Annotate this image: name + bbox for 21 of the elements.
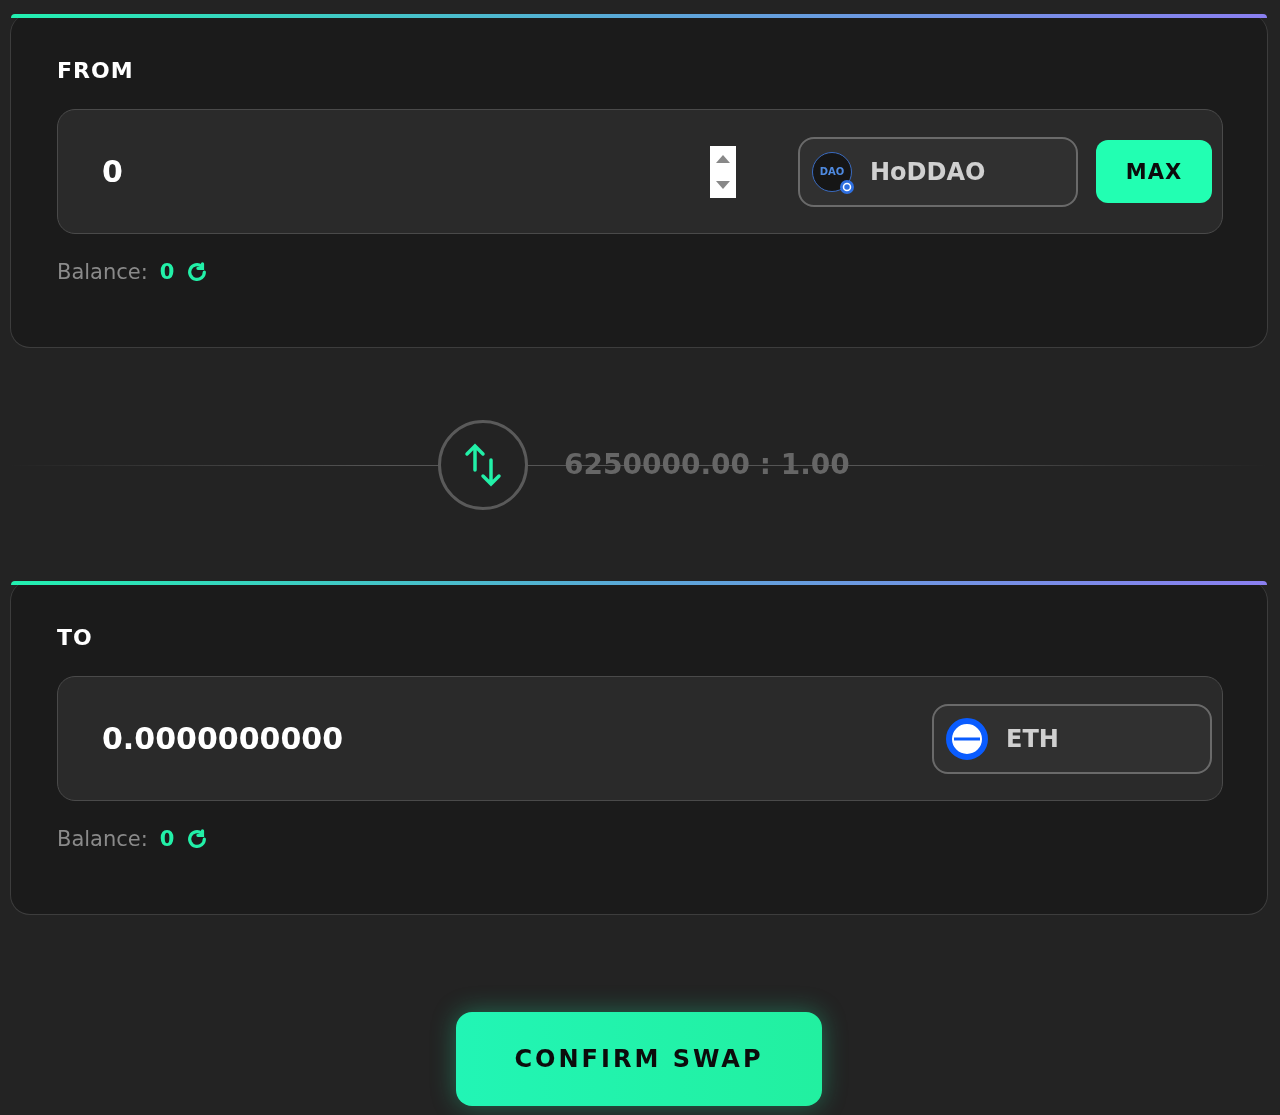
balance-value: 0 xyxy=(159,260,175,284)
step-up-icon[interactable] xyxy=(716,154,730,163)
token-selector[interactable]: DAO HoDDAO xyxy=(798,136,1078,207)
exchange-rate: 6250000.00 : 1.00 xyxy=(564,448,850,481)
balance-label: Balance: xyxy=(57,260,148,284)
card-title: TO xyxy=(57,625,94,650)
amount-field[interactable]: 0 DAO HoDDAO MAX xyxy=(57,109,1223,234)
balance-label: Balance: xyxy=(57,827,148,851)
refresh-icon[interactable] xyxy=(186,261,209,283)
balance-value: 0 xyxy=(159,827,175,851)
card-title: FROM xyxy=(57,58,135,83)
amount-field[interactable]: 0.0000000000 ETH xyxy=(57,676,1223,801)
token-selector[interactable]: ETH xyxy=(932,703,1212,774)
refresh-icon[interactable] xyxy=(186,828,209,850)
spinner-control[interactable] xyxy=(710,145,736,198)
confirm-swap-button[interactable]: CONFIRM SWAP xyxy=(456,1012,822,1106)
step-down-icon[interactable] xyxy=(716,180,730,189)
token-logo-icon xyxy=(946,717,988,760)
token-logo: DAO xyxy=(812,151,852,192)
max-button[interactable]: MAX xyxy=(1096,140,1212,203)
swap-arrows-icon xyxy=(463,441,503,488)
